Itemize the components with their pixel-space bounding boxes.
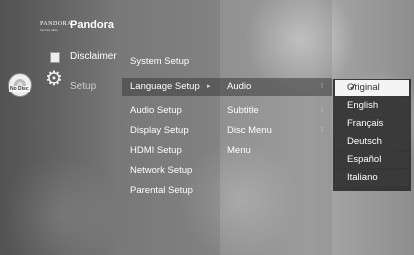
setup-menu-display[interactable]: Display Setup [130,125,189,136]
left-menu-item-pandora[interactable]: Pandora [70,19,114,31]
document-icon [50,52,60,63]
left-menu-item-setup[interactable]: Setup [70,81,96,92]
setup-menu-parental[interactable]: Parental Setup [130,185,193,196]
setup-menu-language[interactable]: Language Setup [130,81,200,92]
pandora-tagline: internet radio [40,28,58,32]
setup-menu-hdmi[interactable]: HDMI Setup [130,145,182,156]
language-menu-disc-menu[interactable]: Disc Menu [227,125,272,136]
gear-icon: ⚙ [45,68,63,90]
language-menu-audio[interactable]: Audio [227,81,251,92]
language-menu-menu[interactable]: Menu [227,145,251,156]
setup-menu-audio[interactable]: Audio Setup [130,105,182,116]
dropdown-option-original[interactable]: ✓ Original [335,80,409,96]
setup-menu-network[interactable]: Network Setup [130,165,192,176]
dropdown-option-francais[interactable]: Français [335,116,409,132]
dropdown-option-espanol[interactable]: Español [335,152,409,168]
left-menu-item-disclaimer[interactable]: Disclaimer [70,51,117,62]
updown-arrow-icon: ⁝ [321,83,324,90]
dropdown-option-deutsch[interactable]: Deutsch [335,134,409,150]
dropdown-option-italiano[interactable]: Italiano [335,170,409,186]
dropdown-option-english[interactable]: English [335,98,409,114]
disc-icon [8,73,32,97]
chevron-right-icon: ▸ [207,83,211,90]
language-menu-subtitle[interactable]: Subtitle [227,105,259,116]
left-menu-panel [0,0,120,255]
pandora-logo: PANDORA [40,21,72,27]
setup-menu-system[interactable]: System Setup [130,56,189,67]
check-icon: ✓ [349,82,358,93]
updown-arrow-icon: ⁝ [321,127,324,134]
updown-arrow-icon: ⁝ [321,107,324,114]
no-disc-label: No Disc [9,86,30,92]
